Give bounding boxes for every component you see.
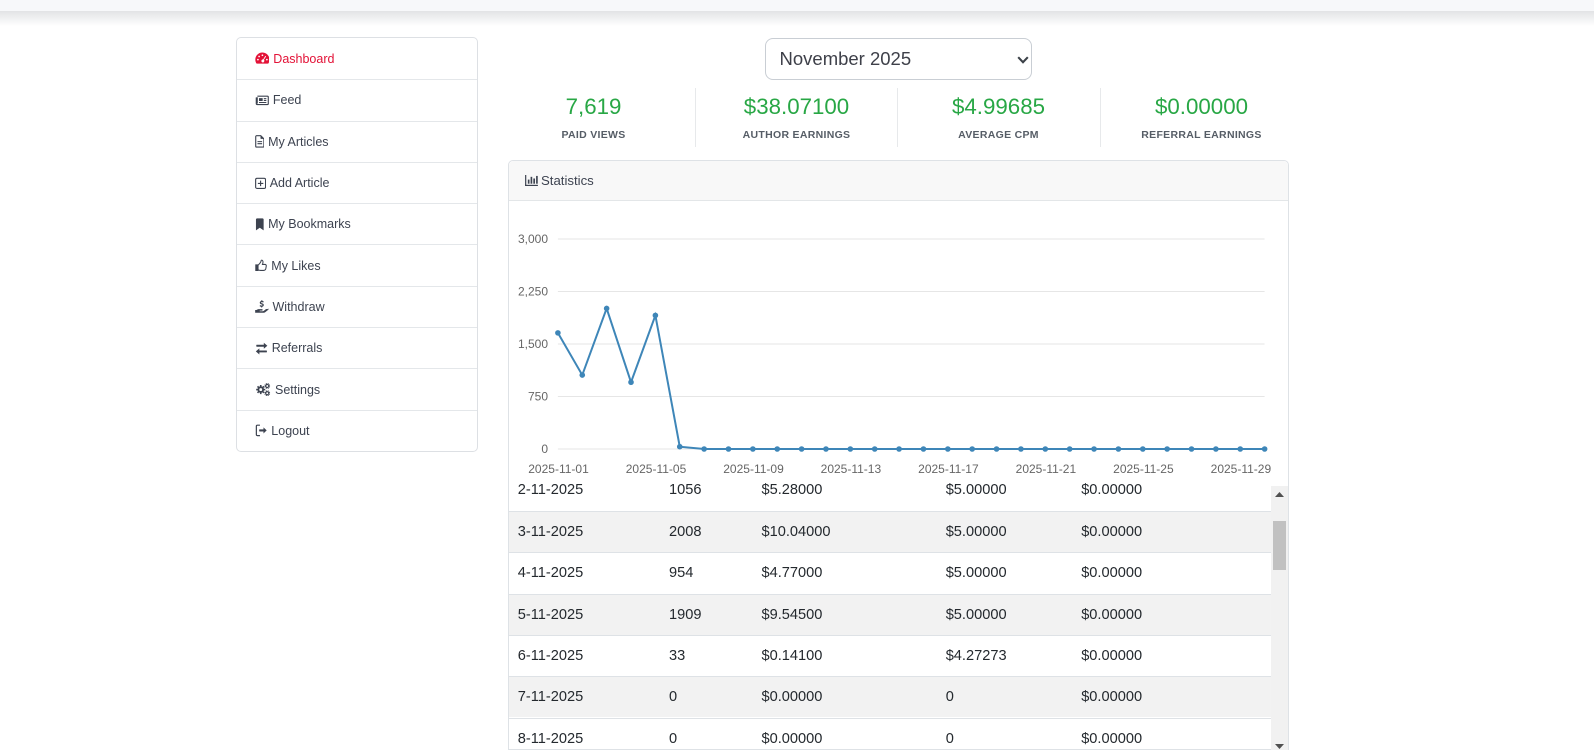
- svg-text:0: 0: [541, 442, 548, 456]
- svg-text:750: 750: [528, 390, 548, 404]
- svg-text:3,000: 3,000: [518, 232, 548, 246]
- svg-text:2,250: 2,250: [518, 285, 548, 299]
- svg-text:1,500: 1,500: [518, 337, 548, 351]
